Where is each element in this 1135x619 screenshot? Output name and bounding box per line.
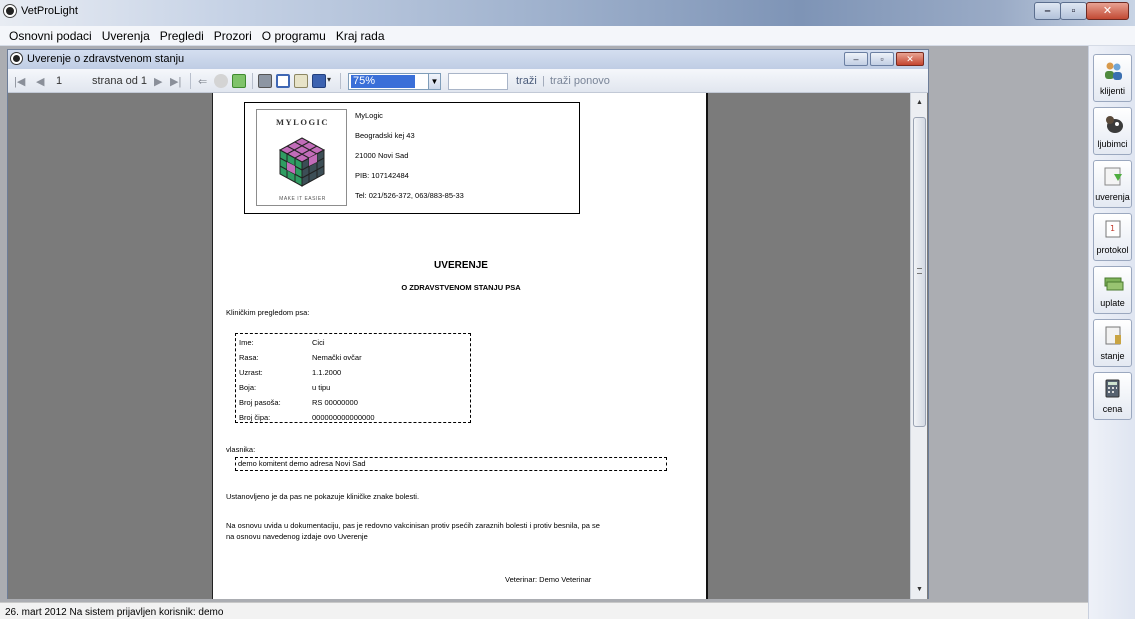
status-bar: 26. mart 2012 Na sistem prijavljen koris… — [0, 602, 1088, 619]
pet-icon — [1106, 116, 1123, 133]
company-address: Beogradski kej 43 — [355, 131, 415, 140]
conclusion-line-2: na osnovu navedenog izdaje ovo Uverenje — [226, 532, 368, 541]
svg-text:1: 1 — [1110, 224, 1115, 233]
child-close-button[interactable]: ✕ — [896, 52, 924, 66]
app-title-bar: VetProLight – ▫ ✕ — [0, 0, 1135, 26]
page-setup-icon[interactable] — [294, 74, 308, 88]
scroll-up-icon[interactable]: ▲ — [916, 99, 923, 106]
owner-label: vlasnika: — [226, 445, 256, 454]
report-subheading: O ZDRAVSTVENOM STANJU PSA — [401, 283, 521, 292]
animal-breed: Nemački ovčar — [312, 353, 362, 362]
menu-uverenja[interactable]: Uverenja — [97, 29, 155, 43]
animal-details-box — [235, 333, 471, 423]
last-page-icon[interactable]: ▶| — [170, 75, 181, 88]
certificate-window: Uverenje o zdravstvenom stanju – ▫ ✕ |◀ … — [7, 49, 929, 599]
save-dropdown-icon[interactable]: ▾ — [327, 75, 331, 84]
animal-chip: 000000000000000 — [312, 413, 375, 422]
rubiks-cube-icon — [278, 137, 326, 187]
status-text: 26. mart 2012 Na sistem prijavljen koris… — [5, 607, 224, 618]
sidebar-item-uplate[interactable]: uplate — [1093, 266, 1132, 314]
sidebar-item-protokol[interactable]: 1 protokol — [1093, 213, 1132, 261]
child-window-title: Uverenje o zdravstvenom stanju — [27, 53, 185, 65]
animal-passport: RS 00000000 — [312, 398, 358, 407]
finding-text: Ustanovljeno je da pas ne pokazuje klini… — [226, 492, 420, 501]
current-page[interactable]: 1 — [56, 75, 62, 87]
maximize-button[interactable]: ▫ — [1060, 2, 1087, 20]
company-phone: Tel: 021/526-372, 063/883-85-33 — [355, 191, 464, 200]
conclusion-line-1: Na osnovu uvida u dokumentaciju, pas je … — [226, 521, 600, 530]
report-icon — [1105, 326, 1121, 345]
minimize-button[interactable]: – — [1034, 2, 1061, 20]
company-pib: PIB: 107142484 — [355, 171, 409, 180]
back-icon[interactable]: ⇐ — [198, 75, 207, 88]
app-title: VetProLight — [21, 5, 78, 17]
quick-access-panel: klijenti ljubimci uverenja 1 protokol up… — [1088, 46, 1135, 619]
sidebar-item-ljubimci[interactable]: ljubimci — [1093, 107, 1132, 155]
calendar-icon: 1 — [1105, 220, 1121, 238]
zoom-select[interactable]: 75% — [348, 73, 440, 90]
child-restore-button[interactable]: ▫ — [870, 52, 894, 66]
menu-pregledi[interactable]: Pregledi — [155, 29, 209, 43]
child-minimize-button[interactable]: – — [844, 52, 868, 66]
company-logo: MyLogic — [256, 109, 347, 206]
report-toolbar: |◀ ◀ 1 strana od 1 ▶ ▶| ⇐ ▾ 75% ▼ traži … — [8, 69, 928, 93]
window-icon — [11, 53, 22, 64]
company-city: 21000 Novi Sad — [355, 151, 409, 160]
animal-color: u tipu — [312, 383, 331, 392]
first-page-icon[interactable]: |◀ — [14, 75, 25, 88]
calculator-icon — [1105, 379, 1120, 398]
company-header: MyLogic — [244, 102, 580, 214]
certificate-icon — [1104, 167, 1122, 186]
zoom-dropdown-icon[interactable]: ▼ — [428, 73, 441, 90]
zoom-value: 75% — [351, 75, 415, 88]
people-icon — [1105, 62, 1122, 80]
scroll-down-icon[interactable]: ▼ — [916, 586, 923, 593]
report-viewport: MyLogic — [8, 93, 928, 599]
company-name: MyLogic — [355, 111, 383, 120]
menu-osnovni-podaci[interactable]: Osnovni podaci — [4, 29, 97, 43]
sidebar-item-klijenti[interactable]: klijenti — [1093, 54, 1132, 102]
menu-prozori[interactable]: Prozori — [209, 29, 257, 43]
sidebar-item-stanje[interactable]: stanje — [1093, 319, 1132, 367]
intro-text: Kliničkim pregledom psa: — [226, 308, 310, 317]
find-next-link[interactable]: traži ponovo — [550, 75, 610, 87]
money-icon — [1104, 277, 1124, 291]
scroll-thumb[interactable] — [913, 117, 926, 427]
menu-bar: Osnovni podaci Uverenja Pregledi Prozori… — [0, 26, 1135, 46]
menu-o-programu[interactable]: O programu — [257, 29, 331, 43]
sidebar-item-cena[interactable]: cena — [1093, 372, 1132, 420]
refresh-icon[interactable] — [232, 74, 246, 88]
app-icon — [4, 5, 16, 17]
save-icon[interactable] — [312, 74, 326, 88]
close-button[interactable]: ✕ — [1086, 2, 1129, 20]
page-count-label: strana od 1 — [92, 75, 148, 87]
find-input[interactable] — [448, 73, 508, 90]
owner-value: demo komitent demo adresa Novi Sad — [238, 459, 366, 468]
prev-page-icon[interactable]: ◀ — [36, 75, 44, 88]
vertical-scrollbar[interactable]: ▲ ▼ — [910, 93, 927, 599]
mdi-workspace: Uverenje o zdravstvenom stanju – ▫ ✕ |◀ … — [0, 46, 1088, 602]
print-icon[interactable] — [258, 74, 272, 88]
report-page: MyLogic — [212, 93, 708, 599]
report-heading: UVERENJE — [434, 260, 488, 271]
animal-name: Cici — [312, 338, 325, 347]
stop-icon[interactable] — [214, 74, 228, 88]
veterinarian: Veterinar: Demo Veterinar — [505, 575, 592, 584]
child-title-bar: Uverenje o zdravstvenom stanju – ▫ ✕ — [8, 50, 928, 69]
find-link[interactable]: traži — [516, 75, 537, 87]
toolbar-separator — [252, 73, 253, 89]
menu-kraj-rada[interactable]: Kraj rada — [331, 29, 390, 43]
toolbar-separator — [340, 73, 341, 89]
toolbar-separator — [190, 73, 191, 89]
sidebar-item-uverenja[interactable]: uverenja — [1093, 160, 1132, 208]
page-layout-icon[interactable] — [276, 74, 290, 88]
next-page-icon[interactable]: ▶ — [154, 75, 162, 88]
animal-age: 1.1.2000 — [312, 368, 342, 377]
